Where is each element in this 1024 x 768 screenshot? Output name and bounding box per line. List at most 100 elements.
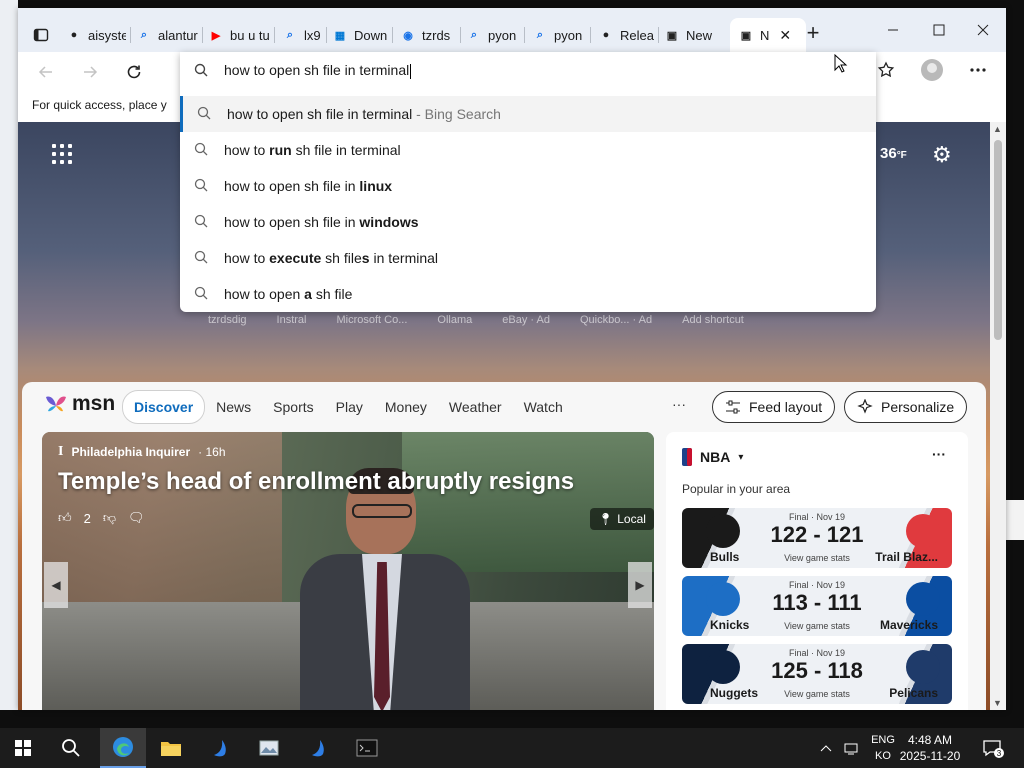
taskbar-app-3[interactable] (296, 728, 342, 768)
nba-subtitle: Popular in your area (682, 482, 791, 496)
tab-1[interactable]: ⌕ alantur (136, 20, 198, 50)
feed-tab-money[interactable]: Money (374, 391, 438, 423)
search-suggestion[interactable]: how to open sh file in linux (180, 168, 876, 204)
tab-5[interactable]: ◉ tzrds (400, 20, 456, 50)
tray-overflow-chevron-icon[interactable] (820, 728, 832, 768)
home-team-name: Knicks (710, 618, 750, 632)
start-button[interactable] (0, 728, 46, 768)
taskbar-edge[interactable] (100, 728, 146, 768)
system-clock[interactable]: 4:48 AM 2025-11-20 (898, 732, 962, 764)
apps-launcher-icon[interactable] (52, 144, 72, 164)
weather-unit: °F (896, 149, 907, 161)
nba-game-card[interactable]: Final · Nov 19 125 - 118 View game stats Nu… (682, 644, 952, 704)
settings-more-icon[interactable] (964, 56, 992, 84)
tab-2[interactable]: ▶ bu u tu (208, 20, 270, 50)
feed-tab-watch[interactable]: Watch (513, 391, 574, 423)
taskbar-app-1[interactable] (198, 728, 244, 768)
hero-source: I Philadelphia Inquirer · 16h (58, 444, 226, 459)
taskbar-terminal[interactable] (344, 728, 390, 768)
search-icon: ⌕ (536, 28, 544, 41)
tab-10[interactable]: ▣ N ✕ (730, 18, 806, 52)
suggestion-text: how to open a sh file (224, 286, 353, 302)
publisher-logo-icon: I (58, 444, 64, 459)
chevron-down-icon: ▾ (738, 451, 744, 463)
tab-0[interactable]: ● aisyste (66, 20, 126, 50)
taskbar-file-explorer[interactable] (148, 728, 194, 768)
address-bar[interactable]: how to open sh file in terminal (180, 52, 876, 88)
search-icon (194, 142, 208, 156)
page-scrollbar[interactable]: ▲ ▼ (990, 122, 1006, 710)
search-suggestion[interactable]: how to execute sh files in terminal (180, 240, 876, 276)
search-suggestion[interactable]: how to open a sh file (180, 276, 876, 312)
carousel-next-button[interactable]: ▶ (628, 562, 652, 608)
search-suggestion[interactable]: how to run sh file in terminal (180, 132, 876, 168)
feed-tab-discover[interactable]: Discover (122, 390, 206, 424)
comment-icon[interactable]: 🗨︎ (128, 510, 145, 526)
weather-temperature: 36 (880, 144, 897, 162)
network-icon[interactable] (844, 728, 862, 768)
feed-tab-news[interactable]: News (205, 391, 262, 423)
maximize-button[interactable] (916, 16, 962, 44)
refresh-button[interactable] (120, 58, 148, 86)
forward-button[interactable] (76, 58, 104, 86)
close-tab-icon[interactable]: ✕ (779, 27, 791, 44)
taskbar-app-2[interactable] (246, 728, 292, 768)
personalize-button[interactable]: Personalize (844, 391, 968, 423)
shortcut-tile[interactable]: tzrdsdig (208, 314, 247, 326)
tab-9[interactable]: ▣ New (664, 20, 720, 50)
shortcut-tile[interactable]: Quickbo... · Ad (580, 314, 652, 326)
tab-separator (524, 27, 525, 43)
photos-icon (259, 740, 279, 756)
desktop-background (0, 0, 18, 710)
tab-7[interactable]: ⌕ pyon (532, 20, 586, 50)
dislike-icon[interactable]: 👎︎ (103, 510, 116, 526)
carousel-prev-button[interactable]: ◀ (44, 562, 68, 608)
feed-nav-more[interactable]: ··· (672, 396, 686, 412)
scroll-up-arrow[interactable]: ▲ (993, 124, 1002, 134)
back-button[interactable] (32, 58, 60, 86)
new-tab-button[interactable]: + (801, 22, 825, 46)
favorites-icon[interactable] (872, 56, 900, 84)
msn-logo[interactable]: msn (44, 392, 115, 416)
like-icon[interactable]: 👍︎ (58, 510, 72, 526)
tab-4[interactable]: ▦ Down (332, 20, 388, 50)
scroll-down-arrow[interactable]: ▼ (993, 698, 1002, 708)
tab-label: New (686, 27, 713, 43)
hero-news-card[interactable]: I Philadelphia Inquirer · 16h Temple’s h… (42, 432, 654, 710)
feed-layout-button[interactable]: Feed layout (712, 391, 836, 423)
profile-avatar[interactable] (918, 56, 946, 84)
tab-label: tzrds (422, 27, 451, 43)
input-language-indicator[interactable]: ENG KO (868, 732, 898, 764)
tab-3[interactable]: ⌕ lx9 n (282, 20, 322, 50)
shortcut-tile[interactable]: Add shortcut (682, 314, 744, 326)
address-bar-text[interactable]: how to open sh file in terminal (224, 62, 409, 78)
page-settings-gear-icon[interactable]: ⚙ (932, 142, 952, 168)
shortcut-tile[interactable]: eBay · Ad (502, 314, 550, 326)
shortcut-tile[interactable]: Microsoft Co... (337, 314, 408, 326)
suggestion-text: how to open sh file in windows (224, 214, 419, 230)
hero-photo-subject (300, 468, 470, 710)
tab-6[interactable]: ⌕ pyon (466, 20, 520, 50)
feed-tab-play[interactable]: Play (325, 391, 374, 423)
nba-header[interactable]: NBA ▾ (682, 448, 743, 466)
hero-headline[interactable]: Temple’s head of enrollment abruptly res… (58, 468, 574, 496)
search-suggestion[interactable]: how to open sh file in windows (180, 204, 876, 240)
tab-8[interactable]: ● Relea (598, 20, 654, 50)
tab-label: N (760, 27, 770, 43)
minimize-button[interactable] (870, 16, 916, 44)
nba-game-card[interactable]: Final · Nov 19 113 - 111 View game stats Kn… (682, 576, 952, 636)
nba-game-card[interactable]: Final · Nov 19 122 - 121 View game stats Bu… (682, 508, 952, 568)
nba-more-button[interactable]: ··· (932, 446, 946, 462)
edge-icon (113, 737, 133, 757)
shortcut-tile[interactable]: Ollama (437, 314, 472, 326)
tab-actions-icon[interactable] (28, 22, 54, 48)
feed-tab-sports[interactable]: Sports (262, 391, 324, 423)
close-window-button[interactable] (960, 16, 1006, 44)
search-suggestion[interactable]: how to open sh file in terminal - Bing S… (180, 96, 876, 132)
shortcut-tile[interactable]: Instral (277, 314, 307, 326)
taskbar-search-button[interactable] (48, 728, 94, 768)
tab-separator (590, 27, 591, 43)
scroll-thumb[interactable] (994, 140, 1002, 340)
notification-center-icon[interactable]: 3 (982, 728, 1004, 768)
feed-tab-weather[interactable]: Weather (438, 391, 513, 423)
